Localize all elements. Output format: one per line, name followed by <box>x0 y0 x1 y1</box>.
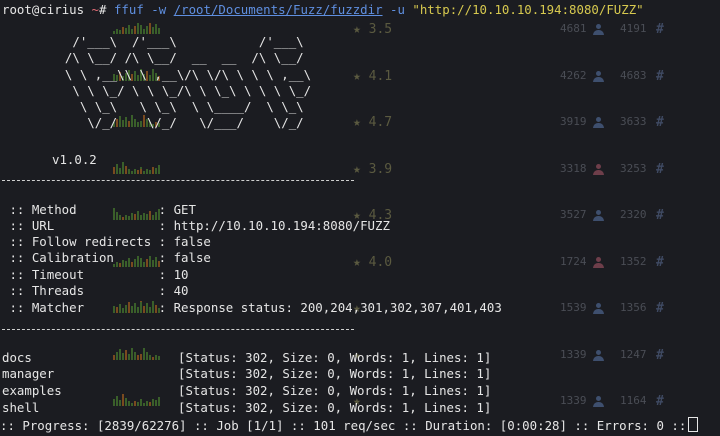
config-threads: :: Threads : 40 <box>2 283 189 298</box>
config-method: :: Method : GET <box>2 202 196 217</box>
separator-bottom <box>2 329 354 330</box>
config-follow-redirects: :: Follow redirects : false <box>2 234 211 249</box>
result-row: examples [Status: 302, Size: 0, Words: 1,… <box>2 383 491 399</box>
result-info: [Status: 302, Size: 0, Words: 1, Lines: … <box>178 400 492 415</box>
command-prompt-line: root@cirius ~# ffuf -w /root/Documents/F… <box>2 2 644 18</box>
version-label: v1.0.2 <box>52 152 97 167</box>
progress-status-line: :: Progress: [2839/62276] :: Job [1/1] :… <box>0 417 699 433</box>
prompt-host: cirius <box>39 2 85 17</box>
terminal-cursor[interactable] <box>688 417 699 432</box>
config-timeout: :: Timeout : 10 <box>2 267 189 282</box>
result-row: shell [Status: 302, Size: 0, Words: 1, Li… <box>2 400 491 416</box>
config-url: :: URL : http://10.10.10.194:8080/FUZZ <box>2 218 390 233</box>
terminal-window[interactable]: ★ 3.5 4681 4191 # ★ 4.1 4262 4683 # ★ 4.7 3919 363… <box>0 0 720 436</box>
separator-top <box>2 180 354 181</box>
result-path: examples <box>2 383 62 398</box>
prompt-path: ~ <box>91 2 100 17</box>
ffuf-ascii-banner: /'___\ /'___\ /'___\ /\ \__/ /\ \__/ __ … <box>64 34 312 131</box>
config-calibration: :: Calibration : false <box>2 250 211 265</box>
command-name: ffuf <box>113 2 144 17</box>
result-info: [Status: 302, Size: 0, Words: 1, Lines: … <box>178 366 492 381</box>
prompt-symbol: # <box>99 2 107 17</box>
config-matcher: :: Matcher : Response status: 200,204,30… <box>2 300 502 315</box>
result-info: [Status: 302, Size: 0, Words: 1, Lines: … <box>178 383 492 398</box>
wordlist-path: /root/Documents/Fuzz/fuzzdir <box>173 2 383 17</box>
target-url: "http://10.10.10.194:8080/FUZZ" <box>412 2 644 17</box>
result-path: docs <box>2 350 32 365</box>
prompt-user: root <box>2 2 32 17</box>
flag-wordlist: -w <box>151 2 167 17</box>
flag-url: -u <box>390 2 405 17</box>
result-info: [Status: 302, Size: 0, Words: 1, Lines: … <box>178 350 492 365</box>
terminal-output: root@cirius ~# ffuf -w /root/Documents/F… <box>0 0 720 436</box>
result-path: manager <box>2 366 55 381</box>
result-row: docs [Status: 302, Size: 0, Words: 1, Lin… <box>2 350 491 366</box>
progress-text: :: Progress: [2839/62276] :: Job [1/1] :… <box>0 418 687 433</box>
result-path: shell <box>2 400 40 415</box>
result-row: manager [Status: 302, Size: 0, Words: 1, … <box>2 366 491 382</box>
